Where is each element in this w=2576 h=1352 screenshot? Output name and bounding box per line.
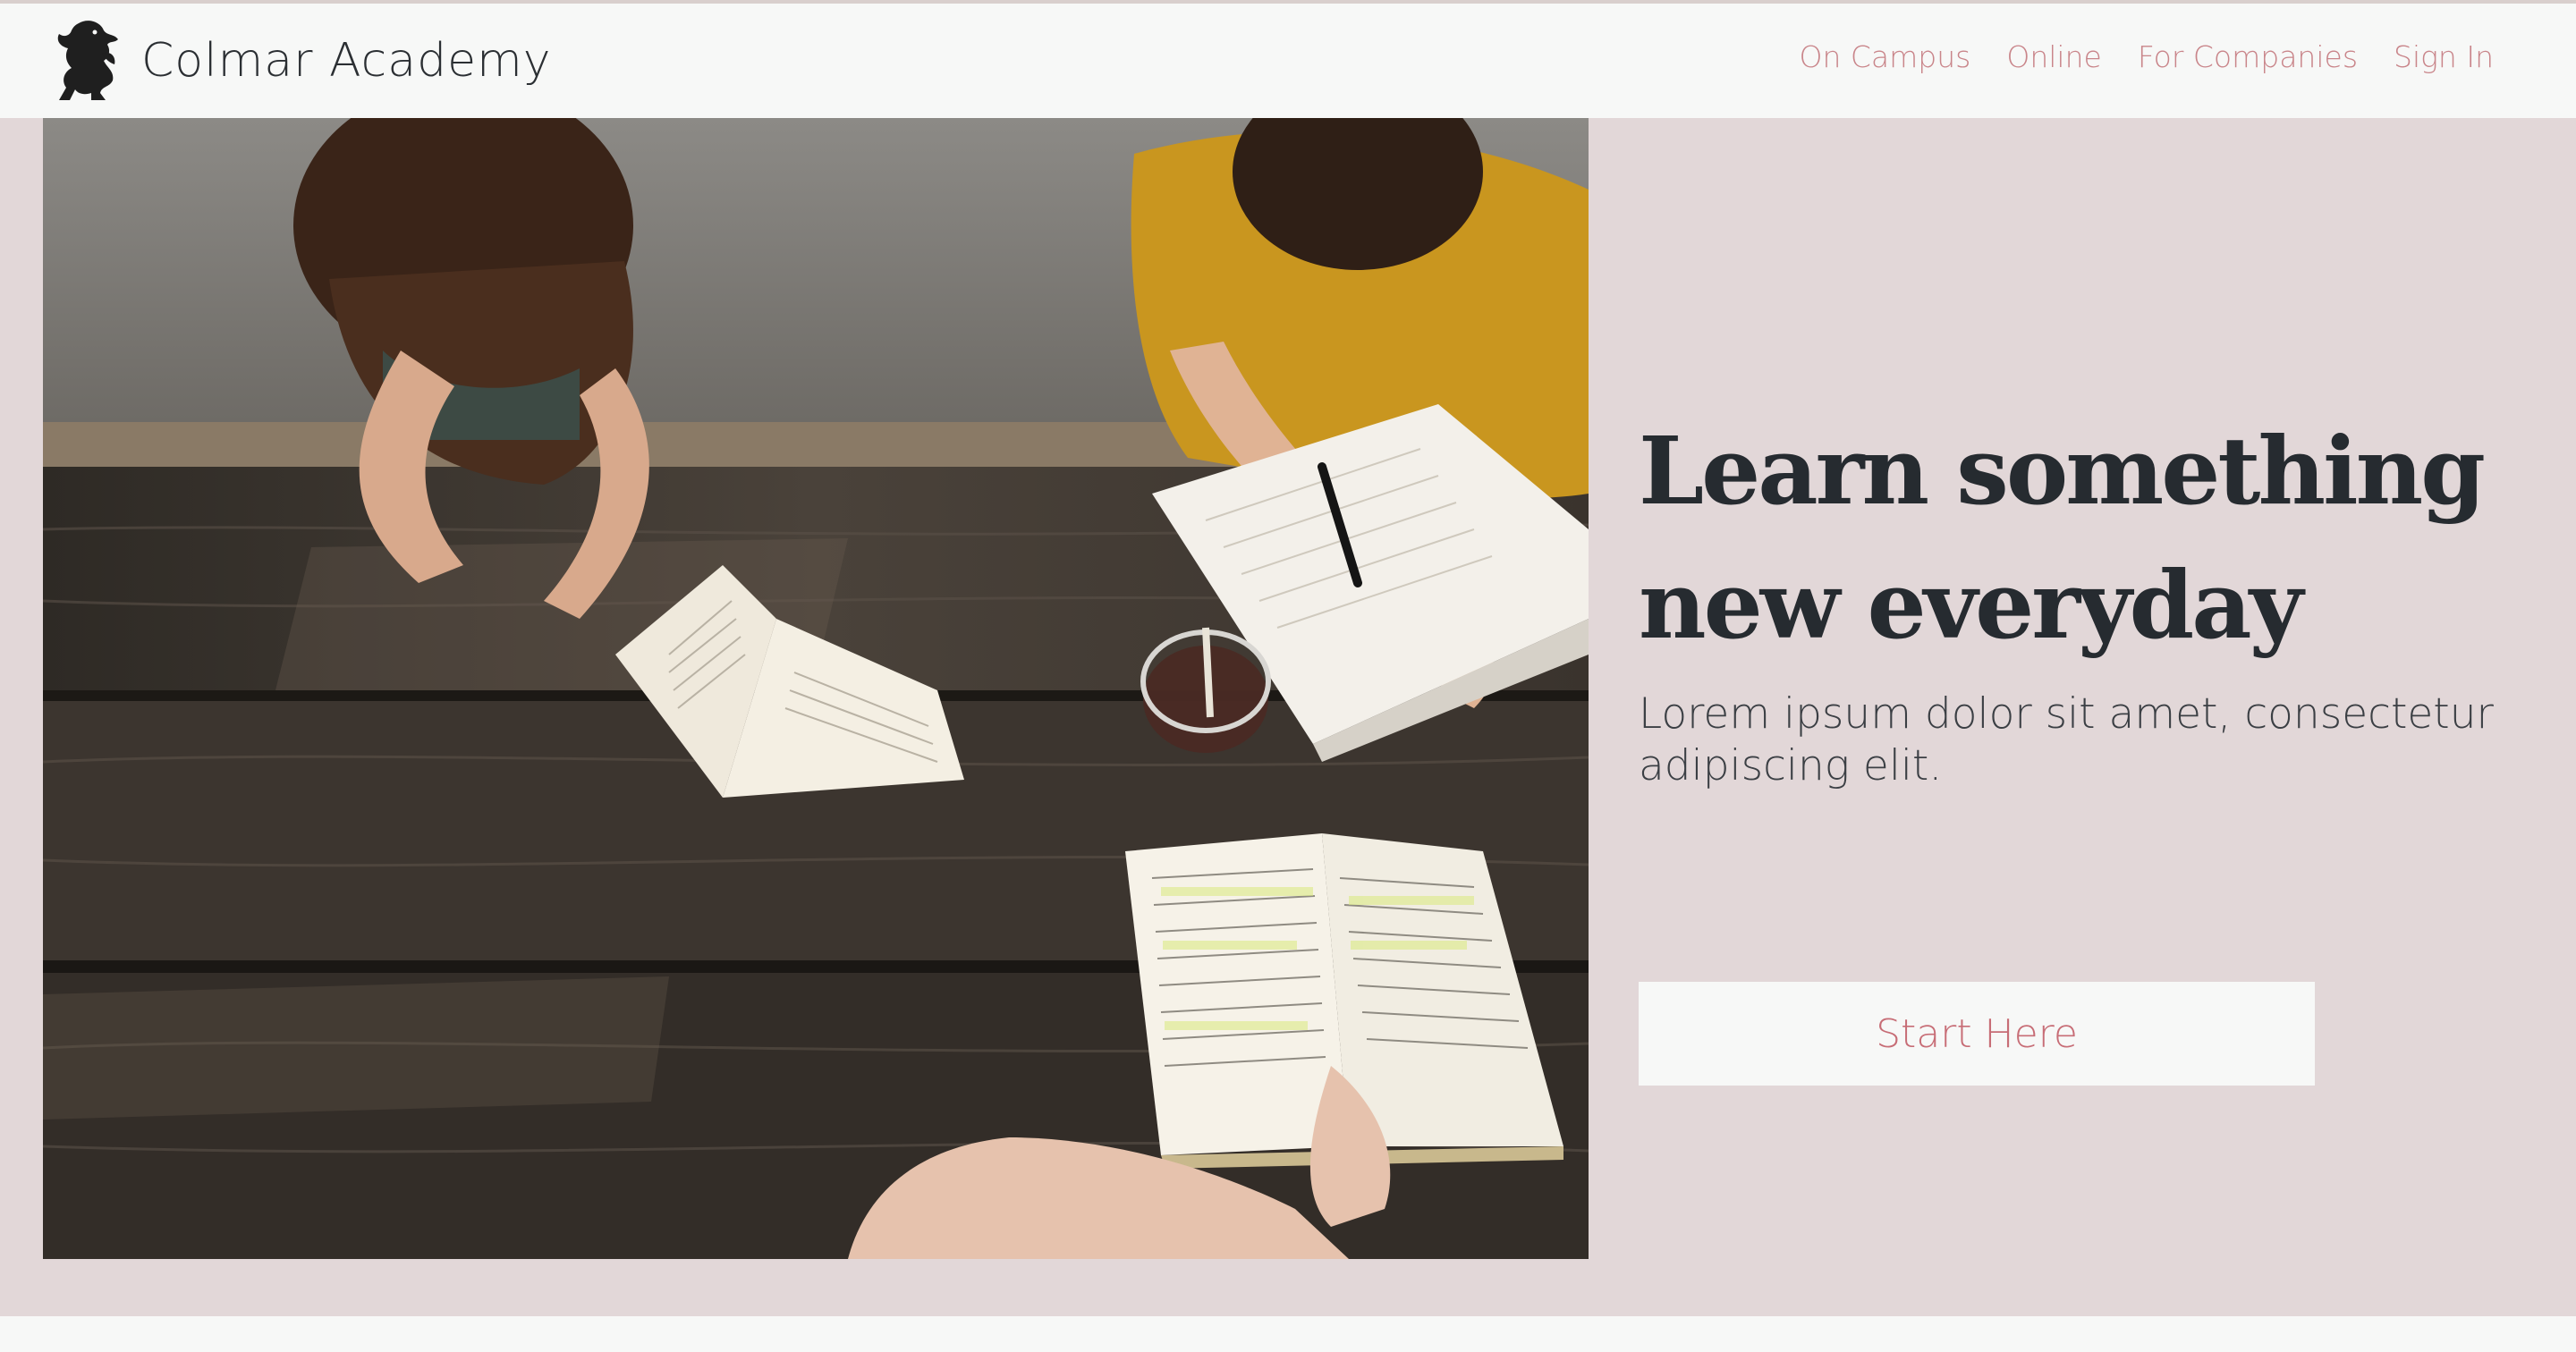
nav-link-sign-in[interactable]: Sign In <box>2394 39 2494 74</box>
hero-title: Learn something new everyday <box>1639 416 2486 660</box>
page: Colmar Academy On Campus Online For Comp… <box>0 0 2576 1352</box>
hero-section: Learn something new everyday Lorem ipsum… <box>0 118 2576 1316</box>
brand[interactable]: Colmar Academy <box>52 16 552 106</box>
main-nav: On Campus Online For Companies Sign In <box>1800 39 2494 74</box>
brand-name: Colmar Academy <box>141 34 552 88</box>
top-navbar: Colmar Academy On Campus Online For Comp… <box>0 4 2576 118</box>
hero-copy: Learn something new everyday Lorem ipsum… <box>1639 404 2533 1086</box>
page-bottom-strip <box>0 1316 2576 1352</box>
lion-rampant-icon <box>52 18 123 104</box>
hero-subtitle: Lorem ipsum dolor sit amet, consectetur … <box>1639 689 2494 790</box>
nav-link-online[interactable]: Online <box>2006 39 2101 74</box>
hero-photo <box>43 118 1589 1259</box>
start-here-button[interactable]: Start Here <box>1639 982 2315 1086</box>
nav-link-on-campus[interactable]: On Campus <box>1800 39 1971 74</box>
nav-link-for-companies[interactable]: For Companies <box>2138 39 2358 74</box>
